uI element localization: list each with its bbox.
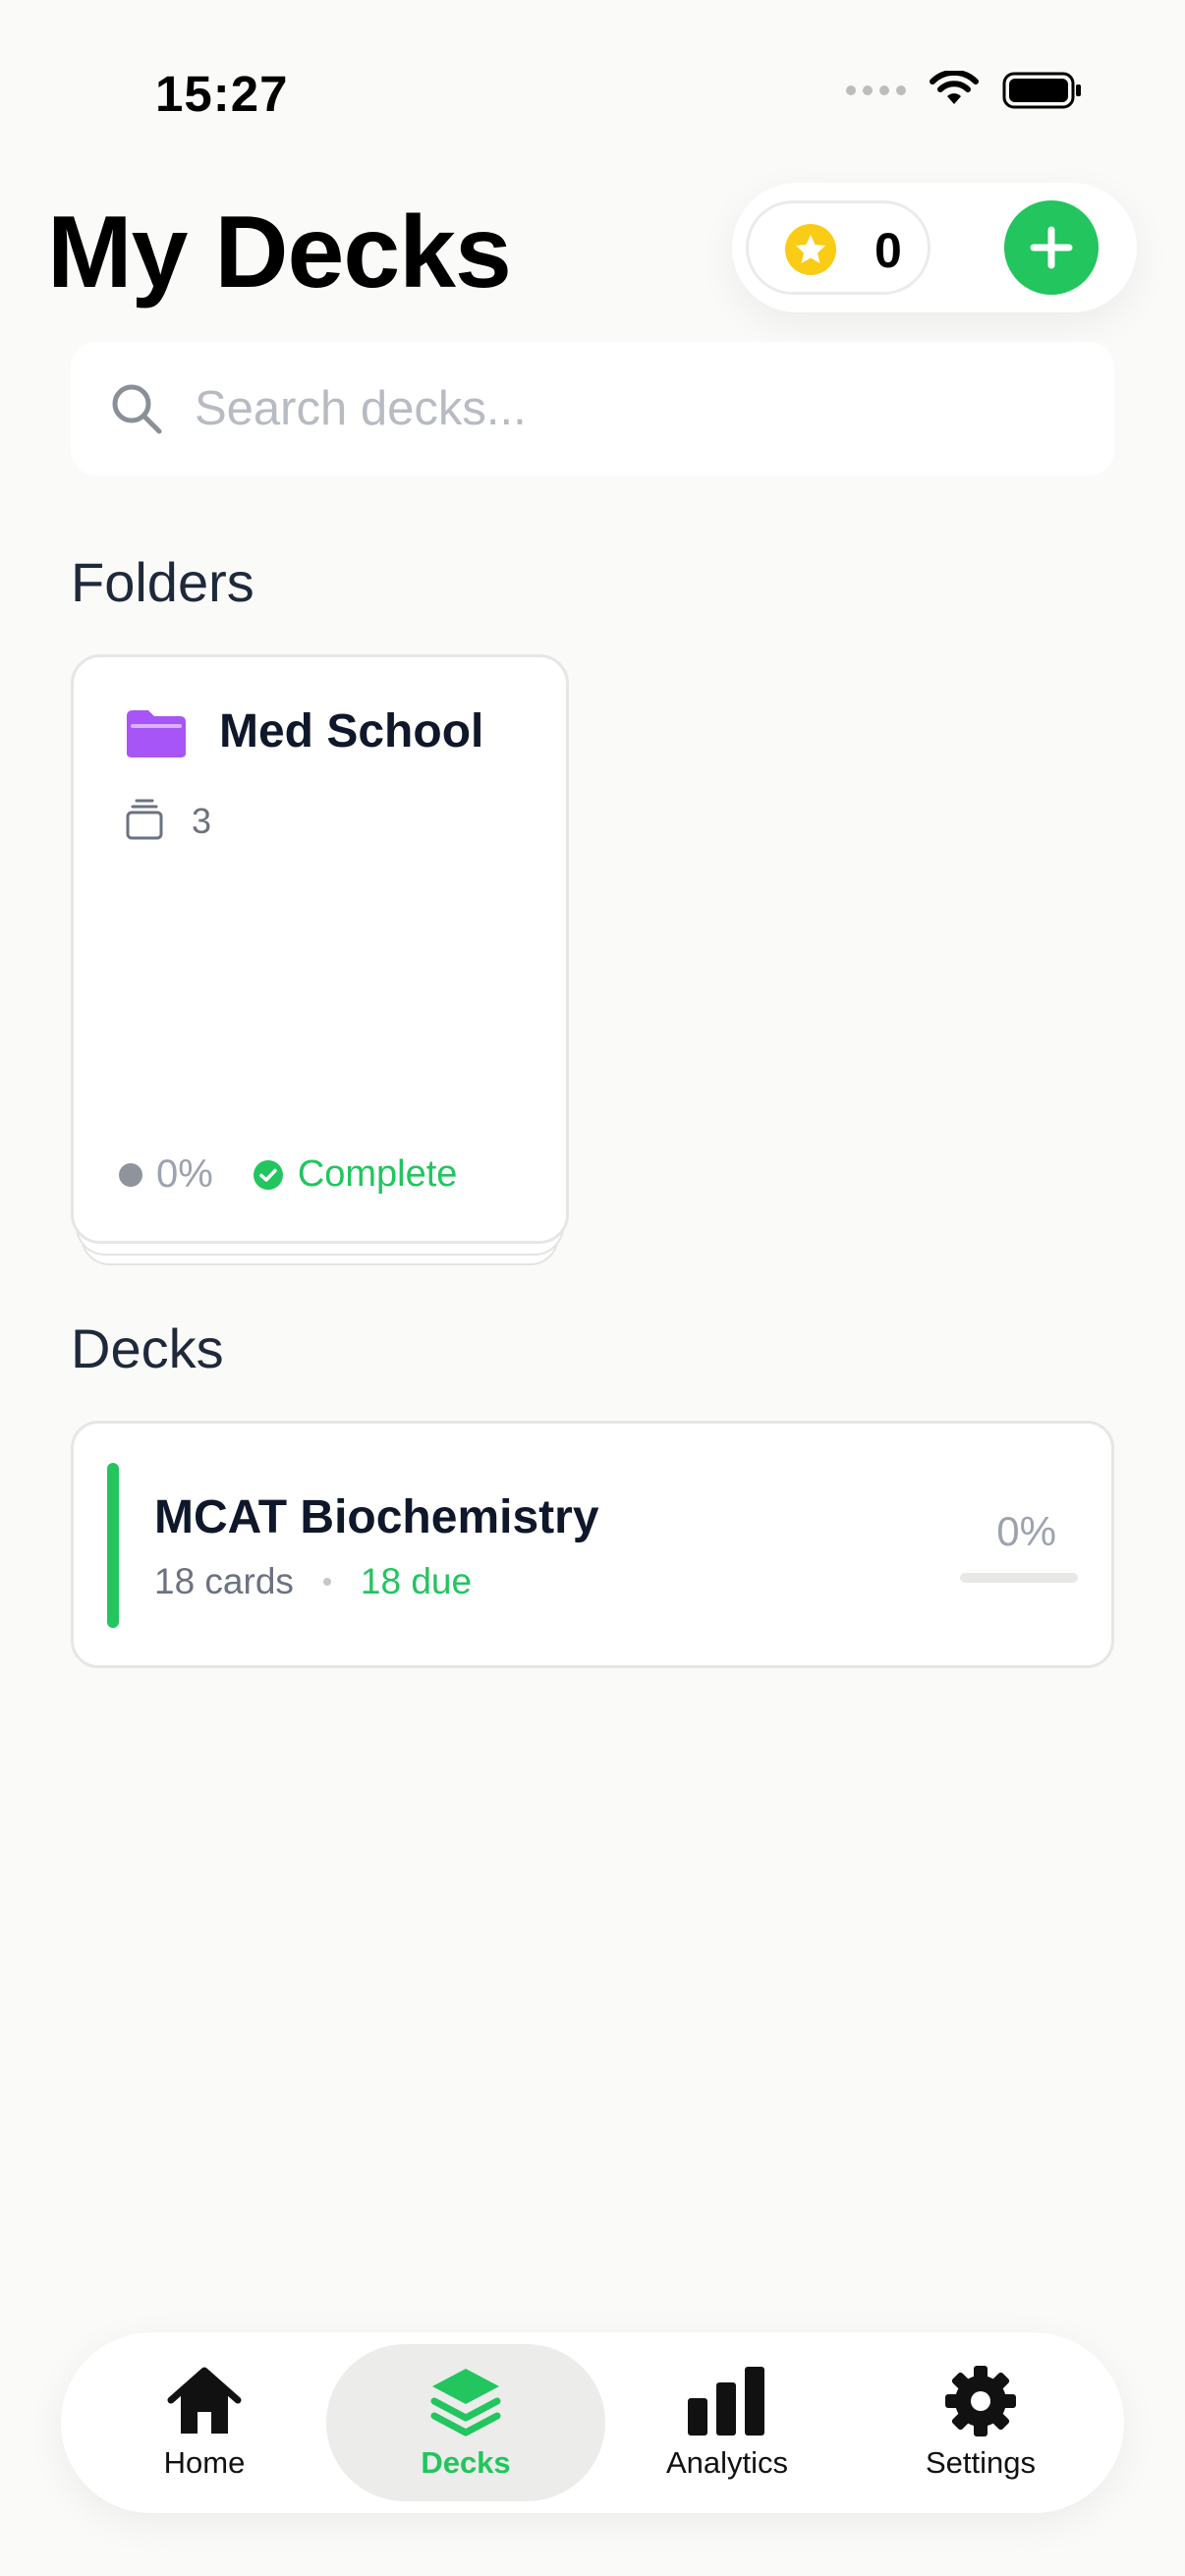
tab-decks[interactable]: Decks xyxy=(326,2344,605,2501)
decks-heading: Decks xyxy=(71,1317,224,1379)
header-actions: 0 xyxy=(732,183,1137,312)
folder-name: Med School xyxy=(219,705,484,757)
tab-bar: Home Decks Analytics Settings xyxy=(61,2332,1124,2513)
folder-icon xyxy=(127,710,186,757)
folders-heading: Folders xyxy=(71,551,254,613)
search-icon xyxy=(112,384,162,434)
deck-accent-bar xyxy=(107,1463,119,1628)
decks-icon xyxy=(430,2369,501,2436)
folder-stack: Med School 3 0% Complete xyxy=(71,654,569,1265)
star-coin-icon xyxy=(785,224,836,275)
search-bar[interactable] xyxy=(71,342,1114,476)
deck-name: MCAT Biochemistry xyxy=(154,1491,599,1543)
deck-progress-percent: 0% xyxy=(996,1508,1056,1554)
folder-footer: 0% Complete xyxy=(119,1152,457,1197)
deck-progress-bar xyxy=(960,1573,1078,1583)
tab-home[interactable]: Home xyxy=(136,2344,273,2501)
cellular-signal-icon xyxy=(846,85,906,95)
deck-row-mcat-biochemistry[interactable]: MCAT Biochemistry 18 cards 18 due 0% xyxy=(71,1421,1114,1668)
status-icons xyxy=(846,71,1083,110)
check-circle-icon xyxy=(253,1159,283,1190)
settings-icon xyxy=(945,2366,1016,2436)
deck-card-count: 18 cards xyxy=(154,1561,294,1601)
decks-screen: 15:27 My Decks 0 Search decks... Folders… xyxy=(0,0,1185,2576)
status-time: 15:27 xyxy=(155,66,289,122)
folder-progress: 0% xyxy=(156,1152,213,1196)
progress-dot-icon xyxy=(119,1162,142,1187)
tab-analytics[interactable]: Analytics xyxy=(639,2344,816,2501)
tab-label: Settings xyxy=(925,2445,1036,2480)
tab-label: Analytics xyxy=(665,2445,789,2480)
folder-card-med-school[interactable]: Med School 3 0% Complete xyxy=(71,654,569,1244)
folder-status: Complete xyxy=(297,1153,458,1195)
plus-icon xyxy=(1030,226,1073,269)
home-icon xyxy=(167,2367,242,2434)
cards-stack-icon xyxy=(126,799,163,840)
tab-label: Home xyxy=(163,2445,246,2480)
tab-settings[interactable]: Settings xyxy=(892,2344,1069,2501)
wifi-icon xyxy=(930,71,979,104)
tab-label: Decks xyxy=(421,2445,511,2480)
deck-due-count: 18 due xyxy=(360,1561,473,1601)
search-input[interactable] xyxy=(195,381,1114,436)
separator-dot xyxy=(322,1578,331,1586)
page-title: My Decks xyxy=(47,196,512,309)
coin-balance[interactable]: 0 xyxy=(746,200,931,295)
coin-count: 0 xyxy=(875,223,902,278)
add-deck-button[interactable] xyxy=(1004,200,1099,295)
folder-deck-count: 3 xyxy=(192,801,212,841)
battery-icon xyxy=(1002,72,1081,109)
analytics-icon xyxy=(688,2367,764,2436)
deck-meta: 18 cards 18 due xyxy=(154,1561,472,1602)
